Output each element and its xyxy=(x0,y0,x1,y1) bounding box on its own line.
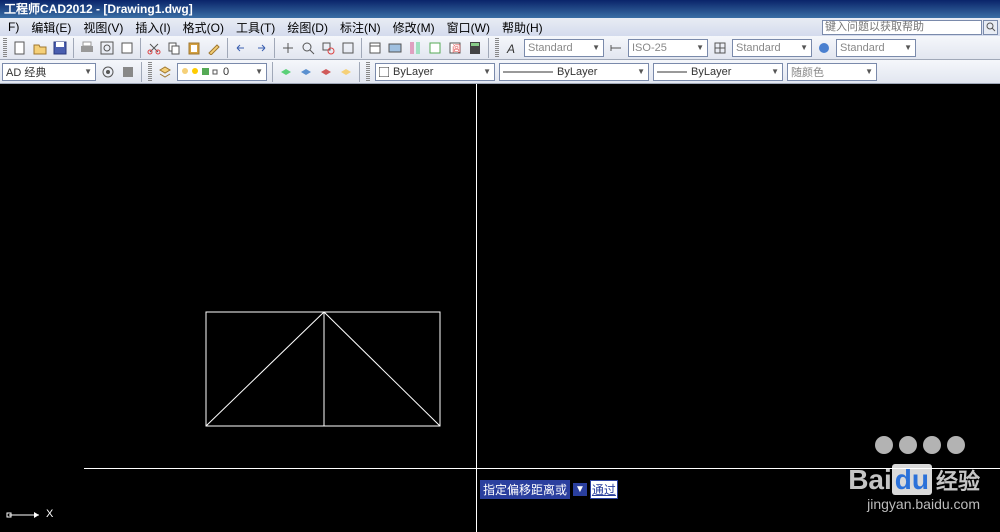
zoomwin-icon[interactable] xyxy=(319,39,337,57)
lineweight-combo[interactable]: ByLayer ▼ xyxy=(653,63,783,81)
prop-icon[interactable] xyxy=(366,39,384,57)
prompt-arrow-icon: ▼ xyxy=(573,483,587,496)
publish-icon[interactable] xyxy=(118,39,136,57)
separator xyxy=(227,38,228,58)
pan-icon[interactable] xyxy=(279,39,297,57)
markup-icon[interactable]: 闾 xyxy=(446,39,464,57)
table-style-combo[interactable]: Standard▼ xyxy=(732,39,812,57)
menu-bar: F) 编辑(E) 视图(V) 插入(I) 格式(O) 工具(T) 绘图(D) 标… xyxy=(0,18,1000,36)
zoomprev-icon[interactable] xyxy=(339,39,357,57)
save-icon[interactable] xyxy=(51,39,69,57)
layeriso-icon[interactable] xyxy=(277,63,295,81)
menu-edit[interactable]: 编辑(E) xyxy=(25,19,77,36)
layermatch-icon[interactable] xyxy=(337,63,355,81)
watermark: Baidu经验 jingyan.baidu.com xyxy=(848,464,980,512)
layermcur-icon[interactable] xyxy=(317,63,335,81)
dynamic-input-prompt: 指定偏移距离或 ▼ 通过 xyxy=(480,480,618,499)
sheetset-icon[interactable] xyxy=(426,39,444,57)
grip-icon[interactable] xyxy=(495,38,499,58)
separator xyxy=(359,62,360,82)
gear-icon[interactable] xyxy=(99,63,117,81)
help-search xyxy=(822,20,998,35)
linetype-combo[interactable]: ByLayer ▼ xyxy=(499,63,649,81)
separator xyxy=(274,38,275,58)
text-style-combo[interactable]: Standard▼ xyxy=(524,39,604,57)
menu-help[interactable]: 帮助(H) xyxy=(496,19,549,36)
layerprev-icon[interactable] xyxy=(297,63,315,81)
window-title: 工程师CAD2012 - [Drawing1.dwg] xyxy=(4,2,193,16)
copy-icon[interactable] xyxy=(165,39,183,57)
dim-style-icon[interactable] xyxy=(607,39,625,57)
new-icon[interactable] xyxy=(11,39,29,57)
ml-style-combo[interactable]: Standard▼ xyxy=(836,39,916,57)
menu-view[interactable]: 视图(V) xyxy=(77,19,129,36)
help-search-input[interactable] xyxy=(822,20,982,35)
calc-icon[interactable] xyxy=(466,39,484,57)
cut-icon[interactable] xyxy=(145,39,163,57)
toolbar-2: AD 经典▼ 0 ▼ ByLayer ▼ ByLayer ▼ ByLayer ▼… xyxy=(0,60,1000,84)
grip-icon[interactable] xyxy=(148,62,152,82)
undo-icon[interactable] xyxy=(232,39,250,57)
separator xyxy=(361,38,362,58)
title-bar: 工程师CAD2012 - [Drawing1.dwg] xyxy=(0,0,1000,18)
prompt-input[interactable]: 通过 xyxy=(590,480,618,499)
toolpal-icon[interactable] xyxy=(406,39,424,57)
menu-window[interactable]: 窗口(W) xyxy=(441,19,496,36)
ml-style-icon[interactable] xyxy=(815,39,833,57)
ws-icon[interactable] xyxy=(119,63,137,81)
prompt-label: 指定偏移距离或 xyxy=(480,480,570,499)
drawing-canvas[interactable]: 指定偏移距离或 ▼ 通过 X Baidu经验 jingyan.baidu.com xyxy=(0,84,1000,532)
open-icon[interactable] xyxy=(31,39,49,57)
redo-icon[interactable] xyxy=(252,39,270,57)
menu-tools[interactable]: 工具(T) xyxy=(230,19,281,36)
paste-icon[interactable] xyxy=(185,39,203,57)
toolbar-1: 闾 A Standard▼ ISO-25▼ Standard▼ Standard… xyxy=(0,36,1000,60)
menu-draw[interactable]: 绘图(D) xyxy=(281,19,334,36)
watermark-paws xyxy=(875,436,965,454)
menu-modify[interactable]: 修改(M) xyxy=(387,19,441,36)
table-style-icon[interactable] xyxy=(711,39,729,57)
dcenter-icon[interactable] xyxy=(386,39,404,57)
layer-icon[interactable] xyxy=(156,63,174,81)
plotstyle-combo[interactable]: 随颜色 ▼ xyxy=(787,63,877,81)
separator xyxy=(272,62,273,82)
separator xyxy=(140,38,141,58)
separator xyxy=(141,62,142,82)
grip-icon[interactable] xyxy=(366,62,370,82)
menu-format[interactable]: 格式(O) xyxy=(177,19,230,36)
zoom-icon[interactable] xyxy=(299,39,317,57)
separator xyxy=(488,38,489,58)
layer-combo[interactable]: 0 ▼ xyxy=(177,63,267,81)
match-icon[interactable] xyxy=(205,39,223,57)
preview-icon[interactable] xyxy=(98,39,116,57)
menu-insert[interactable]: 插入(I) xyxy=(129,19,176,36)
grip-icon[interactable] xyxy=(3,38,7,58)
workspace-combo[interactable]: AD 经典▼ xyxy=(2,63,96,81)
color-combo[interactable]: ByLayer ▼ xyxy=(375,63,495,81)
text-style-icon[interactable]: A xyxy=(503,39,521,57)
separator xyxy=(73,38,74,58)
search-icon[interactable] xyxy=(983,20,998,35)
dim-style-combo[interactable]: ISO-25▼ xyxy=(628,39,708,57)
crosshair-vertical xyxy=(476,84,477,532)
print-icon[interactable] xyxy=(78,39,96,57)
svg-text:A: A xyxy=(506,42,515,55)
menu-dimension[interactable]: 标注(N) xyxy=(334,19,387,36)
svg-text:闾: 闾 xyxy=(452,44,461,54)
ucs-icon: X xyxy=(4,510,44,530)
menu-file[interactable]: F) xyxy=(2,20,25,34)
